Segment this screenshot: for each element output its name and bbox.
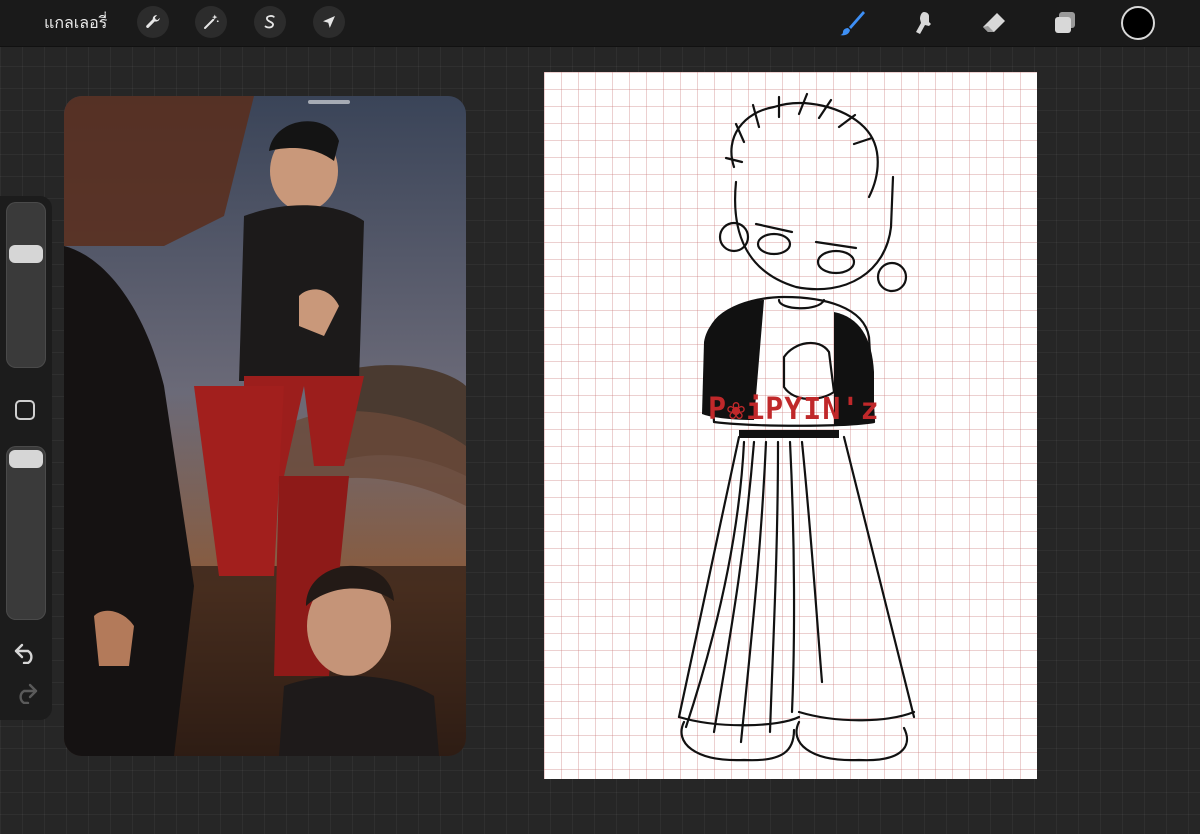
- reference-window[interactable]: [64, 96, 466, 756]
- reference-drag-handle[interactable]: [308, 100, 350, 104]
- magic-wand-icon: [204, 14, 219, 29]
- brush-icon: [840, 11, 865, 36]
- reference-photo: [64, 96, 466, 756]
- smudge-icon: [916, 12, 931, 34]
- wrench-icon: [146, 15, 160, 28]
- redo-icon[interactable]: [13, 682, 39, 704]
- opacity-slider[interactable]: [6, 446, 46, 620]
- opacity-thumb[interactable]: [9, 450, 43, 468]
- arrow-transform-icon: [323, 16, 335, 28]
- layers-icon: [1055, 12, 1075, 33]
- transform-button[interactable]: [313, 6, 345, 38]
- eraser-icon: [983, 13, 1005, 32]
- selection-button[interactable]: [254, 6, 286, 38]
- undo-icon[interactable]: [13, 642, 39, 664]
- top-toolbar: แกลเลอรี่: [0, 0, 1200, 47]
- brush-size-thumb[interactable]: [9, 245, 43, 264]
- left-sidebar: [0, 196, 52, 720]
- paint-button[interactable]: [836, 7, 868, 39]
- actions-button[interactable]: [137, 6, 169, 38]
- color-picker-button[interactable]: [1121, 6, 1155, 40]
- smudge-button[interactable]: [907, 7, 939, 39]
- brush-size-slider[interactable]: [6, 202, 46, 368]
- gallery-button[interactable]: แกลเลอรี่: [44, 10, 107, 36]
- watermark-text: P❀iPYIN'z: [708, 392, 880, 427]
- selection-s-icon: [264, 15, 275, 29]
- modify-square-icon[interactable]: [15, 400, 35, 420]
- adjustments-button[interactable]: [195, 6, 227, 38]
- eraser-button[interactable]: [978, 7, 1010, 39]
- drawing-canvas[interactable]: P❀iPYIN'z: [544, 72, 1037, 779]
- layers-button[interactable]: [1049, 7, 1081, 39]
